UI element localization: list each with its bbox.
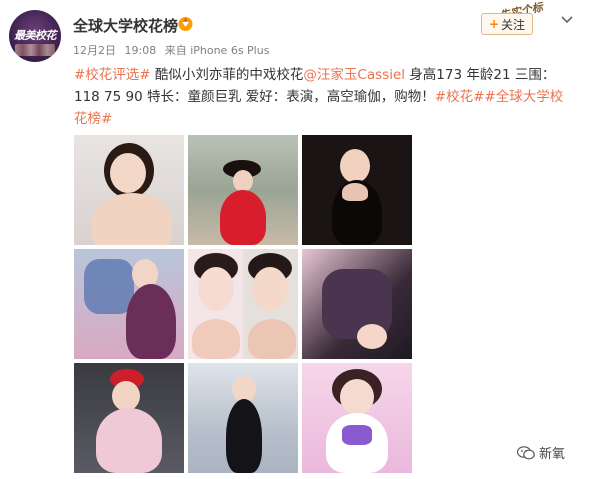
photo-thumbnail[interactable] — [188, 363, 298, 473]
avatar[interactable]: 最美校花 — [9, 10, 61, 62]
avatar-text: 最美校花 — [14, 29, 57, 42]
avatar-figures — [15, 44, 55, 56]
follow-label: 关注 — [501, 17, 526, 32]
user-name[interactable]: 全球大学校花榜 — [73, 15, 178, 36]
follow-button[interactable]: + 关注 — [481, 13, 533, 35]
post-text-part: 酷似小刘亦菲的中戏校花 — [150, 67, 304, 83]
watermark: 新氧 — [517, 443, 565, 462]
photo-thumbnail[interactable] — [74, 249, 184, 359]
photo-thumbnail[interactable] — [188, 249, 298, 359]
post-source: 来自 iPhone 6s Plus — [164, 44, 270, 57]
weibo-post-card: 最美校花 全球大学校花榜 12月2日 19:08 来自 iPhone 6s Pl… — [0, 0, 594, 479]
post-text: #校花评选# 酷似小刘亦菲的中戏校花@汪家玉Cassiel 身高173 年龄21… — [74, 64, 574, 130]
photo-thumbnail[interactable] — [188, 135, 298, 245]
photo-thumbnail[interactable] — [302, 363, 412, 473]
post-time[interactable]: 19:08 — [125, 44, 157, 57]
wechat-icon — [517, 445, 535, 459]
plus-icon: + — [488, 17, 500, 31]
photo-thumbnail[interactable] — [302, 249, 412, 359]
post-meta: 12月2日 19:08 来自 iPhone 6s Plus — [73, 42, 274, 58]
vip-badge-icon — [178, 17, 193, 31]
watermark-label: 新氧 — [539, 447, 566, 462]
photo-thumbnail[interactable] — [302, 135, 412, 245]
photo-thumbnail[interactable] — [74, 363, 184, 473]
chevron-down-icon[interactable] — [560, 12, 574, 26]
post-date[interactable]: 12月2日 — [73, 44, 116, 57]
topic-tag[interactable]: #校花评选# — [74, 67, 151, 83]
user-mention[interactable]: @汪家玉Cassiel — [303, 67, 405, 83]
topic-tag[interactable]: #校花# — [435, 89, 485, 105]
photo-thumbnail[interactable] — [74, 135, 184, 245]
